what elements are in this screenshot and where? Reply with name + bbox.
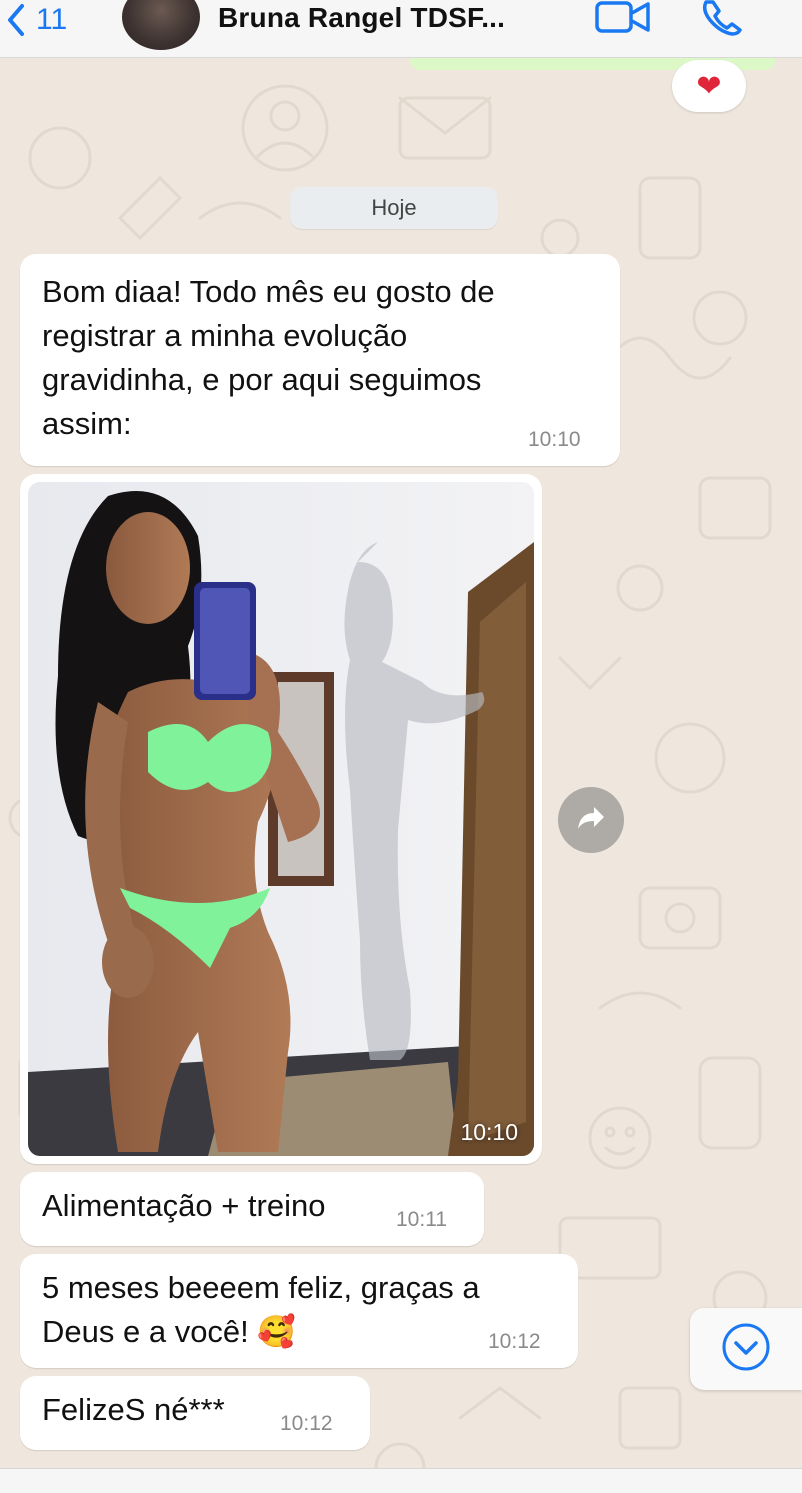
- heart-icon: ❤: [696, 69, 722, 103]
- chevron-down-circle-icon: [720, 1321, 772, 1378]
- incoming-message[interactable]: Bom diaa! Todo mês eu gosto de registrar…: [20, 254, 620, 466]
- photo[interactable]: 10:10: [28, 482, 534, 1156]
- chevron-left-icon: [0, 0, 30, 40]
- message-line: assim:: [42, 406, 132, 441]
- incoming-message[interactable]: FelizeS né*** 10:12: [20, 1376, 370, 1450]
- message-time: 10:12: [488, 1330, 541, 1353]
- forward-arrow-icon: [576, 805, 606, 836]
- phone-icon[interactable]: [700, 0, 744, 41]
- image-time: 10:10: [460, 1119, 518, 1145]
- video-camera-icon[interactable]: [594, 0, 654, 41]
- message-line: registrar a minha evolução: [42, 318, 408, 353]
- input-bar[interactable]: [0, 1468, 802, 1493]
- back-button[interactable]: 11: [0, 0, 67, 40]
- heart-reaction[interactable]: ❤: [672, 60, 746, 112]
- chat-header: 11 Bruna Rangel TDSF...: [0, 0, 802, 58]
- message-time: 10:10: [528, 428, 581, 451]
- contact-name[interactable]: Bruna Rangel TDSF...: [218, 2, 505, 34]
- contact-avatar[interactable]: [122, 0, 200, 50]
- scroll-to-bottom-button[interactable]: [690, 1308, 802, 1390]
- incoming-image-message[interactable]: 10:10: [20, 474, 542, 1164]
- message-text: FelizeS né***: [42, 1392, 225, 1427]
- forward-button[interactable]: [558, 787, 624, 853]
- incoming-message[interactable]: Alimentação + treino 10:11: [20, 1172, 484, 1246]
- message-line: 5 meses beeeem feliz, graças a: [42, 1270, 480, 1305]
- unread-count: 11: [36, 3, 68, 36]
- message-line: Deus e a você! 🥰: [42, 1314, 296, 1349]
- message-time: 10:12: [280, 1412, 333, 1435]
- message-line: Bom diaa! Todo mês eu gosto de: [42, 274, 495, 309]
- message-line: gravidinha, e por aqui seguimos: [42, 362, 482, 397]
- message-time: 10:11: [396, 1208, 447, 1231]
- date-separator: Hoje: [290, 187, 498, 229]
- incoming-message[interactable]: 5 meses beeeem feliz, graças a Deus e a …: [20, 1254, 578, 1368]
- message-text: Alimentação + treino: [42, 1188, 326, 1223]
